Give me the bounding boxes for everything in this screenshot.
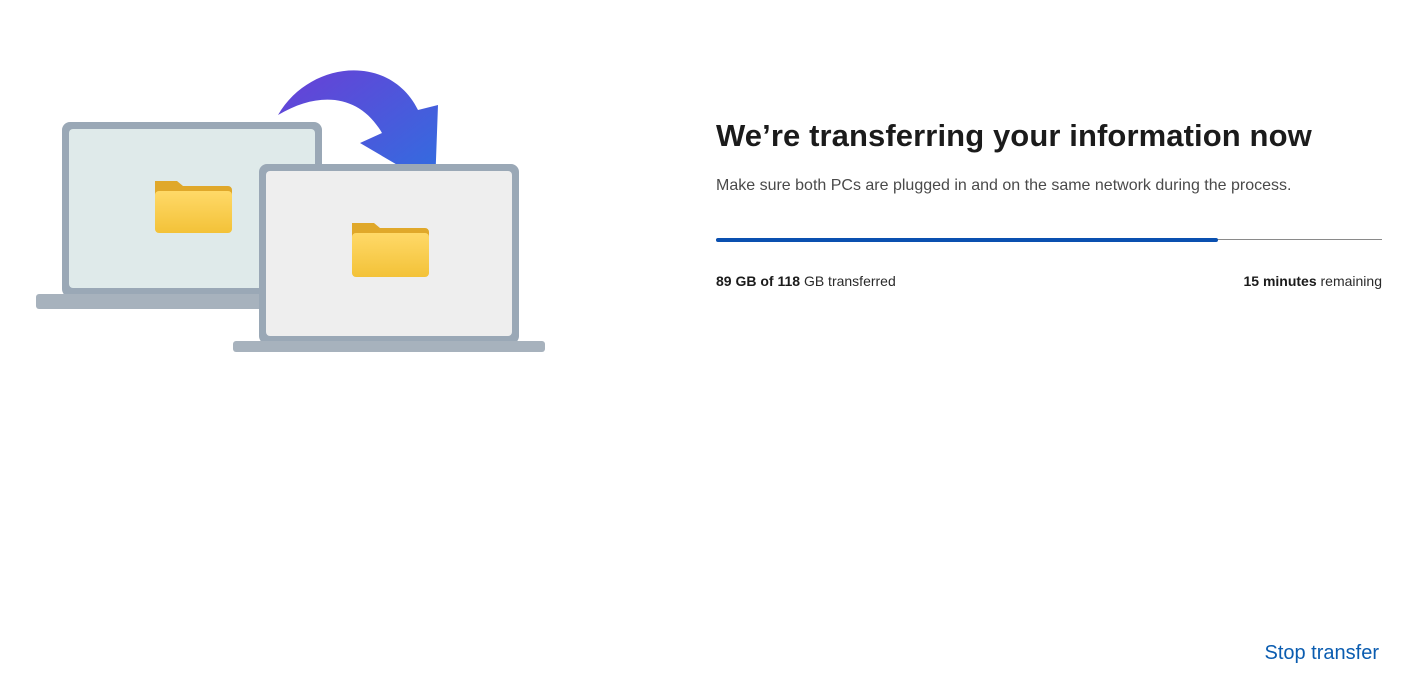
remaining-suffix: remaining xyxy=(1320,273,1382,289)
transferred-suffix: GB transferred xyxy=(803,273,896,289)
page-title: We’re transferring your information now xyxy=(716,118,1312,153)
pc-transfer-illustration xyxy=(30,55,560,365)
transfer-page: We’re transferring your information now … xyxy=(0,0,1413,685)
remaining-status: 15 minutes remaining xyxy=(1243,273,1382,289)
transferred-status: 89 GB of 118 GB transferred xyxy=(716,273,896,289)
transfer-status-row: 89 GB of 118 GB transferred 15 minutes r… xyxy=(716,273,1382,289)
transfer-progress-bar xyxy=(716,238,1382,242)
pc-transfer-illustration-art xyxy=(36,70,545,352)
transferred-amount: 89 GB of 118 xyxy=(716,273,801,289)
source-folder-icon xyxy=(155,181,232,233)
page-subtitle: Make sure both PCs are plugged in and on… xyxy=(716,177,1292,194)
remaining-amount: 15 minutes xyxy=(1243,273,1317,289)
progress-fill xyxy=(716,238,1219,242)
stop-transfer-button[interactable]: Stop transfer xyxy=(1264,642,1379,665)
transfer-content: We’re transferring your information now … xyxy=(716,116,1382,289)
target-laptop-icon xyxy=(233,164,545,352)
target-folder-icon xyxy=(352,223,429,277)
